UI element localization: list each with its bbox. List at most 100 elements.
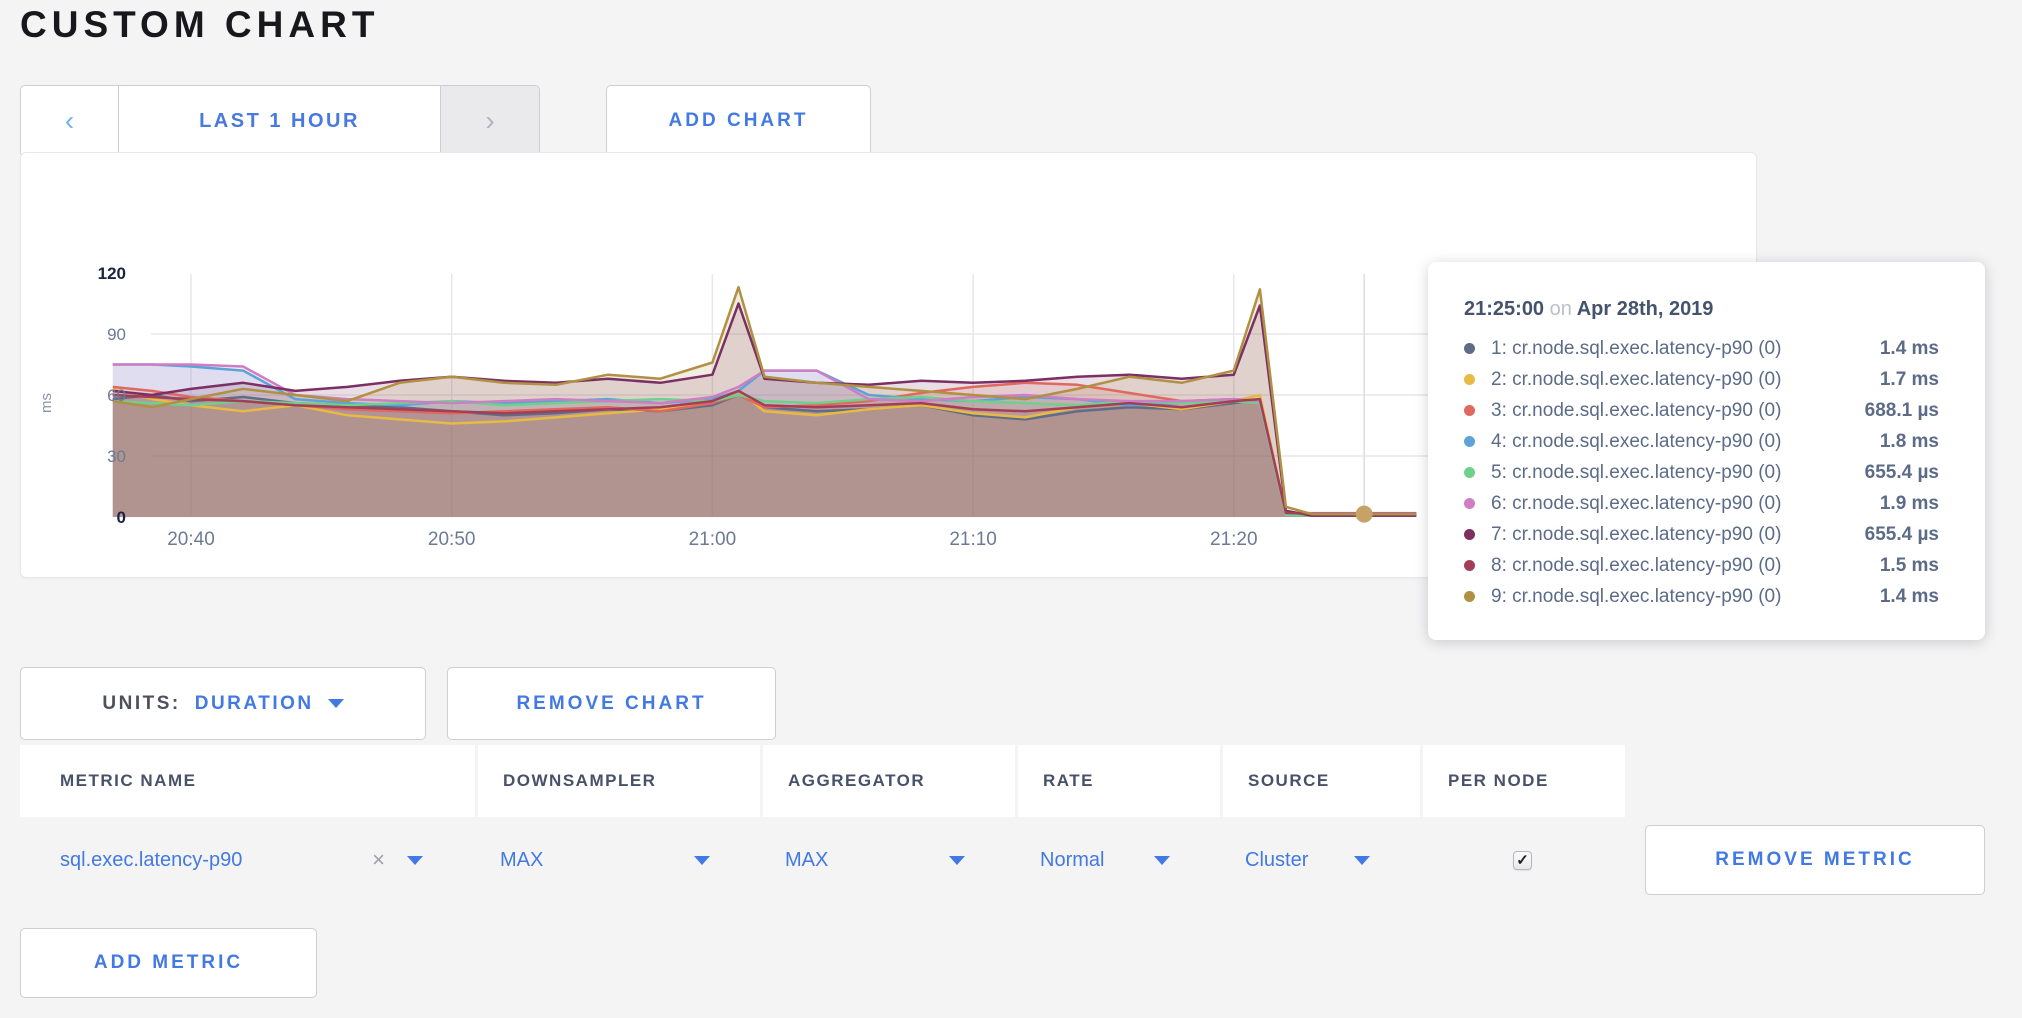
tooltip-series-row: 1: cr.node.sql.exec.latency-p90 (0)1.4 m…: [1464, 333, 1939, 364]
tooltip-series-value: 1.4 ms: [1880, 586, 1939, 608]
x-tick-label: 21:00: [689, 529, 737, 550]
remove-chart-button[interactable]: REMOVE CHART: [447, 667, 776, 740]
x-tick-label: 21:20: [1210, 529, 1258, 550]
tooltip-series-label: 3: cr.node.sql.exec.latency-p90 (0): [1491, 400, 1865, 422]
header-per-node: PER NODE: [1420, 745, 1625, 817]
clear-metric-icon[interactable]: ×: [372, 847, 385, 873]
per-node-cell: ✓: [1420, 851, 1625, 870]
caret-down-icon: [949, 856, 965, 865]
downsampler-select[interactable]: MAX: [475, 849, 760, 872]
tooltip-series-value: 1.5 ms: [1880, 555, 1939, 577]
page-title: CUSTOM CHART: [20, 4, 379, 46]
rate-value: Normal: [1040, 849, 1104, 872]
tooltip-date: Apr 28th, 2019: [1577, 298, 1714, 320]
add-metric-button[interactable]: ADD METRIC: [20, 928, 317, 998]
tooltip-series-label: 5: cr.node.sql.exec.latency-p90 (0): [1491, 462, 1865, 484]
y-tick-label: 60: [107, 386, 126, 405]
caret-down-icon: [1154, 856, 1170, 865]
downsampler-value: MAX: [500, 849, 543, 872]
y-axis-title: ms: [38, 393, 55, 413]
source-value: Cluster: [1245, 849, 1308, 872]
x-tick-label: 21:10: [949, 529, 997, 550]
caret-down-icon: [694, 856, 710, 865]
tooltip-series-row: 4: cr.node.sql.exec.latency-p90 (0)1.8 m…: [1464, 426, 1939, 457]
series-color-dot: [1464, 374, 1475, 385]
header-rate: RATE: [1015, 745, 1220, 817]
caret-down-icon: [1354, 856, 1370, 865]
chart-tooltip: 21:25:00 on Apr 28th, 2019 1: cr.node.sq…: [1428, 262, 1985, 640]
chart-controls: UNITS: DURATION REMOVE CHART: [20, 667, 776, 740]
aggregator-select[interactable]: MAX: [760, 849, 1015, 872]
tooltip-series-value: 655.4 µs: [1865, 462, 1939, 484]
remove-metric-button[interactable]: REMOVE METRIC: [1645, 825, 1985, 895]
toolbar: ‹ LAST 1 HOUR › ADD CHART: [20, 85, 871, 157]
time-range-selector: ‹ LAST 1 HOUR ›: [20, 85, 540, 157]
tooltip-series-value: 1.4 ms: [1880, 338, 1939, 360]
units-label: UNITS:: [102, 693, 180, 715]
header-aggregator: AGGREGATOR: [760, 745, 1015, 817]
add-chart-button[interactable]: ADD CHART: [606, 85, 871, 157]
checkmark-icon: ✓: [1516, 851, 1529, 869]
metric-name-value: sql.exec.latency-p90: [60, 849, 372, 872]
caret-down-icon: [328, 699, 344, 708]
tooltip-time: 21:25:00: [1464, 298, 1544, 320]
series-color-dot: [1464, 529, 1475, 540]
tooltip-conjunction: on: [1550, 298, 1572, 320]
tooltip-series-label: 6: cr.node.sql.exec.latency-p90 (0): [1491, 493, 1880, 515]
tooltip-series-label: 9: cr.node.sql.exec.latency-p90 (0): [1491, 586, 1880, 608]
tooltip-series-row: 3: cr.node.sql.exec.latency-p90 (0)688.1…: [1464, 395, 1939, 426]
x-tick-label: 20:50: [428, 529, 476, 550]
metrics-table: METRIC NAME DOWNSAMPLER AGGREGATOR RATE …: [20, 745, 2022, 903]
header-metric-name: METRIC NAME: [20, 745, 475, 817]
time-prev-button[interactable]: ‹: [21, 86, 118, 156]
tooltip-series-row: 5: cr.node.sql.exec.latency-p90 (0)655.4…: [1464, 457, 1939, 488]
tooltip-series-value: 1.8 ms: [1880, 431, 1939, 453]
per-node-checkbox[interactable]: ✓: [1513, 851, 1532, 870]
y-tick-label: 90: [107, 325, 126, 344]
series-color-dot: [1464, 343, 1475, 354]
x-tick-label: 20:40: [167, 529, 215, 550]
tooltip-series-row: 2: cr.node.sql.exec.latency-p90 (0)1.7 m…: [1464, 364, 1939, 395]
y-tick-label: 0: [117, 508, 126, 527]
tooltip-series-list: 1: cr.node.sql.exec.latency-p90 (0)1.4 m…: [1464, 333, 1939, 612]
tooltip-series-row: 9: cr.node.sql.exec.latency-p90 (0)1.4 m…: [1464, 581, 1939, 612]
units-dropdown[interactable]: UNITS: DURATION: [20, 667, 426, 740]
header-downsampler: DOWNSAMPLER: [475, 745, 760, 817]
metric-name-select[interactable]: sql.exec.latency-p90 ×: [20, 847, 475, 873]
chevron-left-icon: ‹: [65, 107, 74, 135]
series-color-dot: [1464, 560, 1475, 571]
header-actions: [1625, 745, 2022, 817]
y-tick-label: 30: [107, 447, 126, 466]
tooltip-series-value: 655.4 µs: [1865, 524, 1939, 546]
caret-down-icon: [407, 856, 423, 865]
series-color-dot: [1464, 405, 1475, 416]
tooltip-title: 21:25:00 on Apr 28th, 2019: [1464, 298, 1939, 321]
tooltip-series-label: 8: cr.node.sql.exec.latency-p90 (0): [1491, 555, 1880, 577]
tooltip-series-row: 6: cr.node.sql.exec.latency-p90 (0)1.9 m…: [1464, 488, 1939, 519]
source-select[interactable]: Cluster: [1220, 849, 1420, 872]
tooltip-series-label: 4: cr.node.sql.exec.latency-p90 (0): [1491, 431, 1880, 453]
tooltip-series-label: 7: cr.node.sql.exec.latency-p90 (0): [1491, 524, 1865, 546]
series-color-dot: [1464, 498, 1475, 509]
series-color-dot: [1464, 436, 1475, 447]
y-tick-label: 120: [98, 264, 126, 283]
tooltip-series-label: 1: cr.node.sql.exec.latency-p90 (0): [1491, 338, 1880, 360]
tooltip-series-value: 688.1 µs: [1865, 400, 1939, 422]
chevron-right-icon: ›: [485, 107, 494, 135]
tooltip-series-label: 2: cr.node.sql.exec.latency-p90 (0): [1491, 369, 1880, 391]
series-color-dot: [1464, 467, 1475, 478]
series-color-dot: [1464, 591, 1475, 602]
table-header-row: METRIC NAME DOWNSAMPLER AGGREGATOR RATE …: [20, 745, 2022, 817]
metric-row: sql.exec.latency-p90 × MAX MAX Normal Cl…: [20, 817, 2022, 903]
units-value: DURATION: [195, 693, 314, 715]
tooltip-series-row: 8: cr.node.sql.exec.latency-p90 (0)1.5 m…: [1464, 550, 1939, 581]
tooltip-series-row: 7: cr.node.sql.exec.latency-p90 (0)655.4…: [1464, 519, 1939, 550]
hover-point: [1356, 506, 1373, 523]
rate-select[interactable]: Normal: [1015, 849, 1220, 872]
tooltip-series-value: 1.9 ms: [1880, 493, 1939, 515]
tooltip-series-value: 1.7 ms: [1880, 369, 1939, 391]
time-range-button[interactable]: LAST 1 HOUR: [118, 86, 440, 156]
custom-chart-page: CUSTOM CHART ‹ LAST 1 HOUR › ADD CHART 0…: [0, 0, 2022, 1018]
time-next-button[interactable]: ›: [440, 86, 539, 156]
header-source: SOURCE: [1220, 745, 1420, 817]
